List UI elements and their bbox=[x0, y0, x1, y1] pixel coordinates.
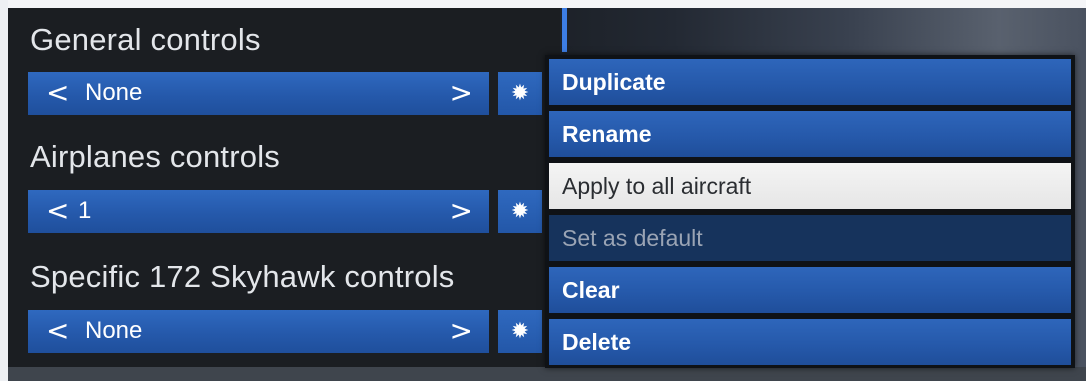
profile-selector-value: None bbox=[85, 79, 143, 106]
gear-icon: ✹ bbox=[510, 81, 530, 106]
profile-selector-airplanes[interactable]: < 1 > bbox=[28, 190, 489, 233]
screenshot-border-top bbox=[0, 0, 1086, 8]
profile-selector-value: 1 bbox=[78, 197, 92, 224]
menu-item-duplicate[interactable]: Duplicate bbox=[549, 59, 1071, 105]
profile-settings-button-general[interactable]: ✹ bbox=[498, 72, 542, 115]
chevron-right-icon[interactable]: > bbox=[450, 315, 473, 347]
menu-item-rename[interactable]: Rename bbox=[549, 111, 1071, 157]
menu-item-clear[interactable]: Clear bbox=[549, 267, 1071, 313]
chevron-right-icon[interactable]: > bbox=[450, 195, 473, 227]
gear-icon: ✹ bbox=[510, 199, 530, 224]
chevron-left-icon[interactable]: < bbox=[46, 315, 69, 347]
scroll-indicator[interactable] bbox=[562, 8, 567, 52]
chevron-left-icon[interactable]: < bbox=[46, 195, 69, 227]
section-title-airplanes: Airplanes controls bbox=[30, 139, 280, 174]
section-title-specific-aircraft: Specific 172 Skyhawk controls bbox=[30, 259, 455, 294]
menu-item-delete[interactable]: Delete bbox=[549, 319, 1071, 365]
menu-item-apply-to-all-aircraft[interactable]: Apply to all aircraft bbox=[549, 163, 1071, 209]
profile-context-menu: Duplicate Rename Apply to all aircraft S… bbox=[545, 55, 1075, 368]
profile-selector-general[interactable]: < None > bbox=[28, 72, 489, 115]
panel-footer-strip bbox=[8, 367, 1086, 381]
profile-selector-specific-aircraft[interactable]: < None > bbox=[28, 310, 489, 353]
screenshot-border-left bbox=[0, 0, 8, 381]
profile-selector-value: None bbox=[85, 317, 143, 344]
profile-settings-button-airplanes[interactable]: ✹ bbox=[498, 190, 542, 233]
profile-settings-button-specific-aircraft[interactable]: ✹ bbox=[498, 310, 542, 353]
menu-item-set-as-default: Set as default bbox=[549, 215, 1071, 261]
gear-icon: ✹ bbox=[510, 319, 530, 344]
chevron-left-icon[interactable]: < bbox=[46, 77, 69, 109]
chevron-right-icon[interactable]: > bbox=[450, 77, 473, 109]
section-title-general: General controls bbox=[30, 22, 261, 57]
